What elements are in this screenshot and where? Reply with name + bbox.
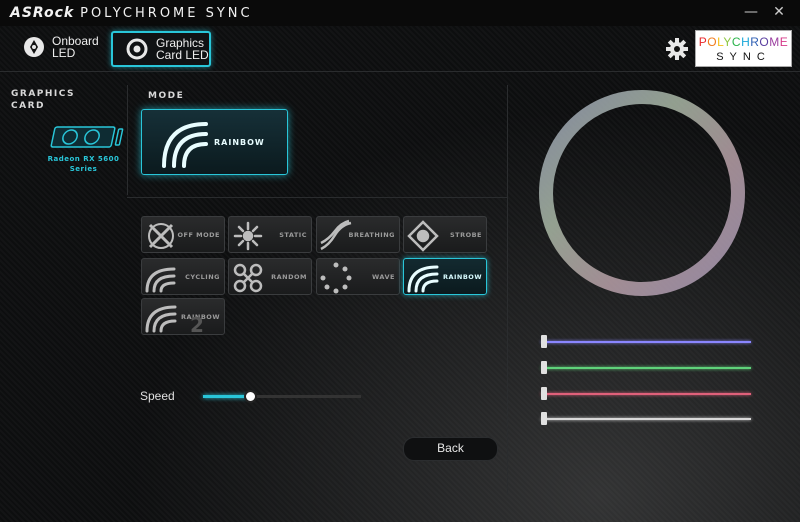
rainbow-2-numeral-icon: 2 bbox=[190, 313, 204, 335]
wave-icon bbox=[320, 262, 352, 294]
speed-slider-fill bbox=[203, 395, 251, 398]
tab-onboard-led[interactable]: Onboard LED bbox=[20, 31, 106, 63]
product-name: POLYCHROME SYNC bbox=[80, 6, 253, 21]
mode-button-rainbow-2[interactable]: RAINBOW 2 bbox=[141, 298, 225, 335]
content-divider bbox=[507, 85, 508, 495]
app-title: ASRock POLYCHROME SYNC bbox=[10, 5, 253, 21]
polychrome-sync-logo: POLYCHROME SYNC bbox=[695, 30, 792, 67]
cycling-icon bbox=[145, 267, 176, 293]
graphics-card-section-label: GRAPHICS CARD bbox=[11, 89, 76, 111]
mode-section-label: MODE bbox=[148, 91, 185, 101]
mode-button-strobe[interactable]: STROBE bbox=[403, 216, 487, 253]
logo-line2: SYNC bbox=[716, 51, 771, 63]
app-window: ASRock POLYCHROME SYNC — ✕ Onboard LED G… bbox=[0, 0, 800, 522]
mode-button-cycling[interactable]: CYCLING bbox=[141, 258, 225, 295]
logo-letter: P bbox=[698, 35, 708, 49]
random-icon bbox=[233, 263, 263, 293]
color-slider-thumb[interactable] bbox=[541, 335, 547, 348]
logo-letter: C bbox=[731, 35, 742, 49]
tab-onboard-label: Onboard LED bbox=[52, 34, 99, 60]
mode-button-breathing[interactable]: BREATHING bbox=[316, 216, 400, 253]
color-slider-red[interactable] bbox=[541, 387, 751, 400]
color-slider-track[interactable] bbox=[541, 418, 751, 420]
mode-button-label: STATIC bbox=[279, 231, 307, 239]
mode-button-label: RAINBOW bbox=[442, 273, 482, 281]
graphics-card-icon[interactable] bbox=[48, 123, 130, 153]
current-mode-label: RAINBOW bbox=[214, 138, 265, 147]
logo-letter: O bbox=[707, 35, 718, 49]
header-divider bbox=[0, 71, 800, 72]
logo-line1: POLYCHROME bbox=[696, 35, 791, 49]
color-slider-purple[interactable] bbox=[541, 335, 751, 348]
mode-divider bbox=[127, 197, 507, 198]
color-slider-green[interactable] bbox=[541, 361, 751, 374]
mode-button-label: STROBE bbox=[449, 231, 482, 239]
color-slider-white[interactable] bbox=[541, 412, 751, 425]
title-bar: ASRock POLYCHROME SYNC — ✕ bbox=[0, 0, 800, 26]
mode-button-label: CYCLING bbox=[185, 273, 220, 281]
graphics-card-icon bbox=[126, 38, 148, 60]
close-button[interactable]: ✕ bbox=[768, 2, 790, 22]
color-slider-thumb[interactable] bbox=[541, 387, 547, 400]
logo-letter: M bbox=[769, 35, 780, 49]
logo-letter: E bbox=[779, 35, 789, 49]
mode-button-off-mode[interactable]: OFF MODE bbox=[141, 216, 225, 253]
mode-button-static[interactable]: STATIC bbox=[228, 216, 312, 253]
static-icon bbox=[233, 221, 263, 251]
color-slider-track[interactable] bbox=[541, 341, 751, 343]
minimize-button[interactable]: — bbox=[740, 2, 762, 22]
color-slider-track[interactable] bbox=[541, 367, 751, 369]
back-button[interactable]: Back bbox=[403, 437, 498, 461]
graphics-card-name[interactable]: Radeon RX 5600 Series bbox=[36, 154, 131, 174]
mode-button-label: OFF MODE bbox=[177, 231, 220, 239]
rainbow-2-icon bbox=[145, 305, 177, 333]
color-slider-thumb[interactable] bbox=[541, 361, 547, 374]
color-wheel[interactable] bbox=[538, 89, 746, 297]
off-mode-icon bbox=[148, 223, 174, 249]
mode-button-rainbow[interactable]: RAINBOW bbox=[403, 258, 487, 295]
gear-icon[interactable] bbox=[665, 37, 689, 61]
speed-label: Speed bbox=[140, 389, 175, 403]
color-slider-thumb[interactable] bbox=[541, 412, 547, 425]
logo-letter: H bbox=[741, 35, 751, 49]
motherboard-icon bbox=[24, 37, 44, 57]
tab-graphics-label: Graphics Card LED bbox=[156, 36, 209, 62]
strobe-icon bbox=[407, 220, 439, 252]
rainbow-icon bbox=[407, 265, 439, 293]
brand-name: ASRock bbox=[10, 5, 75, 21]
current-mode-display: RAINBOW bbox=[141, 109, 288, 175]
speed-slider-thumb[interactable] bbox=[244, 390, 258, 403]
logo-letter: O bbox=[759, 35, 770, 49]
tab-graphics-card-led[interactable]: Graphics Card LED bbox=[111, 31, 211, 67]
mode-button-wave[interactable]: WAVE bbox=[316, 258, 400, 295]
rainbow-icon bbox=[162, 122, 208, 168]
mode-button-label: BREATHING bbox=[348, 231, 395, 239]
mode-button-label: WAVE bbox=[372, 273, 395, 281]
mode-button-random[interactable]: RANDOM bbox=[228, 258, 312, 295]
logo-letter: Y bbox=[723, 35, 732, 49]
color-slider-track[interactable] bbox=[541, 393, 751, 395]
mode-button-label: RANDOM bbox=[271, 273, 307, 281]
